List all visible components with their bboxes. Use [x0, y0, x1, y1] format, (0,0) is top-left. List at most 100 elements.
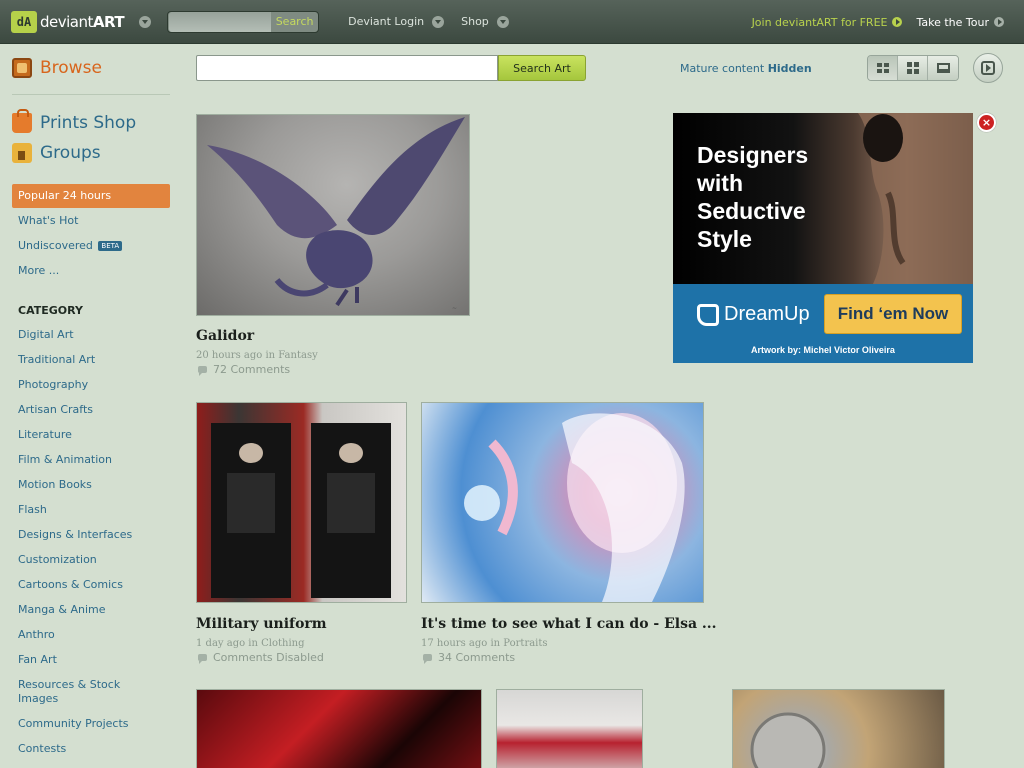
search-art-button[interactable]: Search Art — [498, 55, 586, 81]
view-large-grid-button[interactable] — [898, 56, 928, 80]
ad-artwork-credit: Artwork by: Michel Victor Oliveira — [751, 345, 895, 355]
deviant-login-label: Deviant Login — [348, 15, 425, 28]
art-search-form: Search Art — [196, 55, 586, 81]
ad-close-icon[interactable]: × — [977, 113, 996, 132]
artwork-thumbnail[interactable] — [196, 402, 407, 603]
category-list: Digital Art Traditional Art Photography … — [12, 323, 172, 762]
artwork-thumbnail[interactable]: ~ — [196, 114, 470, 316]
view-list-button[interactable] — [928, 56, 958, 80]
ad-footer: DreamUp Find ‘em Now Artwork by: Michel … — [673, 284, 973, 363]
top-search-box: Search — [167, 10, 320, 33]
category-item[interactable]: Artisan Crafts — [12, 398, 172, 423]
category-item[interactable]: Film & Animation — [12, 448, 172, 473]
artwork-comments[interactable]: 72 Comments — [198, 363, 290, 376]
slideshow-button[interactable] — [973, 53, 1003, 83]
artwork-comments[interactable]: 34 Comments — [423, 651, 515, 664]
logo-text: deviantART — [40, 12, 125, 31]
sidebar: Browse Prints Shop Groups Popular 24 hou… — [12, 56, 172, 762]
join-link[interactable]: Join deviantART for FREE — [752, 16, 903, 29]
take-tour-label: Take the Tour — [916, 15, 989, 29]
artwork-title[interactable]: Galidor — [196, 328, 254, 344]
mature-content-label: Mature content — [680, 62, 765, 75]
artwork-time: 17 hours ago in — [421, 638, 501, 649]
large-grid-icon — [906, 62, 919, 74]
take-tour-link[interactable]: Take the Tour — [916, 16, 1004, 29]
advertisement-banner[interactable]: Designers with Seductive Style DreamUp F… — [673, 113, 973, 363]
filter-more[interactable]: More ... — [12, 258, 172, 283]
artwork-title[interactable]: Military uniform — [196, 616, 327, 632]
category-item[interactable]: Flash — [12, 498, 172, 523]
category-item[interactable]: Literature — [12, 423, 172, 448]
artwork-thumbnail[interactable] — [421, 402, 704, 603]
category-item[interactable]: Designs & Interfaces — [12, 523, 172, 548]
artwork-category-link[interactable]: Fantasy — [278, 350, 317, 361]
sidebar-prints-shop[interactable]: Prints Shop — [12, 109, 172, 135]
sidebar-groups[interactable]: Groups — [12, 141, 172, 165]
artwork-category-link[interactable]: Portraits — [503, 638, 547, 649]
category-item[interactable]: Customization — [12, 548, 172, 573]
category-item[interactable]: Digital Art — [12, 323, 172, 348]
category-item[interactable]: Resources & Stock Images — [12, 673, 132, 712]
artwork-category-link[interactable]: Clothing — [261, 638, 304, 649]
deviantart-logo[interactable]: dA deviantART — [11, 10, 125, 34]
artwork-thumbnail[interactable] — [732, 689, 945, 768]
comment-count: 34 Comments — [438, 651, 516, 664]
chevron-down-icon — [496, 15, 509, 28]
browse-label: Browse — [40, 58, 102, 78]
category-item[interactable]: Motion Books — [12, 473, 172, 498]
groups-house-icon — [12, 143, 32, 163]
top-search-input[interactable] — [169, 11, 272, 32]
category-item[interactable]: Community Projects — [12, 712, 172, 737]
list-view-icon — [936, 63, 950, 73]
category-item[interactable]: Anthro — [12, 623, 172, 648]
ad-image-area: Designers with Seductive Style — [673, 113, 973, 284]
category-item[interactable]: Manga & Anime — [12, 598, 172, 623]
beta-badge: BETA — [98, 240, 123, 251]
uniform-photo — [211, 423, 391, 598]
dragon-illustration: ~ — [207, 117, 465, 312]
comment-bubble-icon — [423, 654, 432, 664]
artwork-thumbnail[interactable] — [496, 689, 643, 768]
dreamup-brand: DreamUp — [697, 303, 810, 326]
filter-popular-24-hours[interactable]: Popular 24 hours — [12, 184, 170, 208]
svg-text:~: ~ — [452, 305, 457, 312]
view-small-grid-button[interactable] — [868, 56, 898, 80]
shop-menu[interactable]: Shop — [461, 15, 509, 28]
play-icon — [981, 61, 995, 75]
arrow-right-icon — [892, 17, 903, 27]
category-item[interactable]: Contests — [12, 737, 172, 762]
artwork-title[interactable]: It's time to see what I can do - Elsa ..… — [421, 616, 717, 632]
category-item[interactable]: Traditional Art — [12, 348, 172, 373]
find-em-now-button[interactable]: Find ‘em Now — [824, 294, 962, 334]
filter-whats-hot[interactable]: What's Hot — [12, 208, 172, 233]
artwork-comments: Comments Disabled — [198, 651, 324, 664]
comment-bubble-icon — [198, 654, 207, 664]
ad-headline: Designers with Seductive Style — [697, 142, 809, 252]
category-item[interactable]: Fan Art — [12, 648, 172, 673]
category-item[interactable]: Photography — [12, 373, 172, 398]
filter-undiscovered[interactable]: Undiscovered BETA — [12, 233, 172, 258]
category-item[interactable]: Cartoons & Comics — [12, 573, 172, 598]
dreamup-logo-icon — [697, 303, 719, 326]
mature-content-toggle[interactable]: Mature content Hidden — [680, 62, 812, 75]
artwork-time: 20 hours ago in — [196, 350, 276, 361]
deviant-login-menu[interactable]: Deviant Login — [348, 15, 445, 28]
logo-badge-icon: dA — [11, 10, 37, 33]
join-label: Join deviantART for FREE — [751, 15, 888, 29]
coin-photo — [750, 712, 826, 768]
top-navigation-bar: dA deviantART Search Deviant Login Shop … — [0, 0, 1024, 44]
top-search-button[interactable]: Search — [271, 15, 318, 28]
dreamup-label: DreamUp — [724, 303, 810, 325]
filter-undiscovered-label: Undiscovered — [18, 239, 93, 252]
small-grid-icon — [876, 63, 889, 73]
comment-count: 72 Comments — [213, 363, 291, 376]
artwork-meta: 1 day ago in Clothing — [196, 638, 305, 649]
logo-menu-chevron-icon[interactable] — [139, 15, 152, 28]
top-right-links: Join deviantART for FREE Take the Tour — [752, 0, 1024, 44]
browse-icon — [12, 58, 32, 78]
artwork-thumbnail[interactable] — [196, 689, 482, 768]
elsa-painting — [464, 413, 685, 602]
sidebar-browse[interactable]: Browse — [12, 56, 172, 80]
art-search-input[interactable] — [196, 55, 498, 81]
groups-label: Groups — [40, 143, 101, 163]
